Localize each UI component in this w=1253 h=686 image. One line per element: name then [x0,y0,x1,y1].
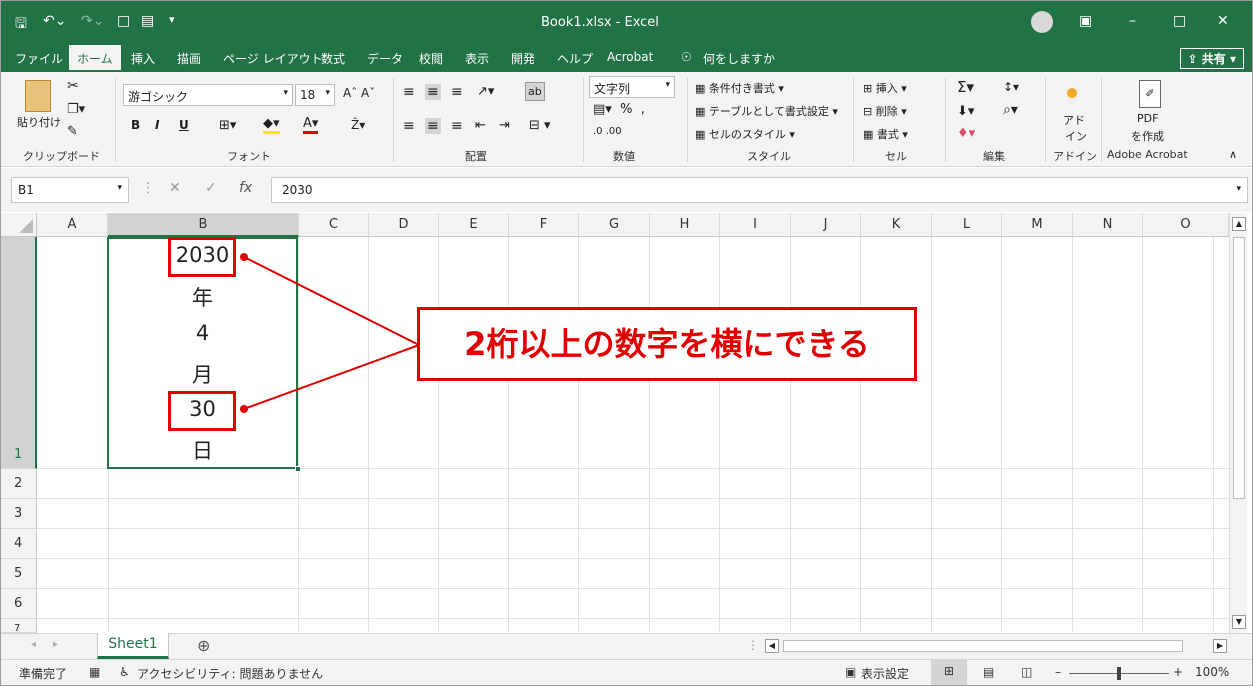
scroll-down-icon[interactable]: ▼ [1232,615,1246,629]
macro-record-icon[interactable]: ▦ [89,665,100,679]
accessibility-status[interactable]: アクセシビリティ: 問題ありません [137,665,323,682]
vertical-scrollbar[interactable]: ▲ ▼ [1229,213,1247,633]
callout-box: 2桁以上の数字を横にできる [417,307,917,381]
page-layout-view-icon[interactable]: ▤ [983,665,994,679]
zoom-level[interactable]: 100% [1195,665,1229,679]
scroll-thumb[interactable] [1233,237,1245,499]
status-ready: 準備完了 [19,667,68,681]
sheet-tabs-bar: ◂ ▸ Sheet1 ⊕ ⋮ ◀ ▶ [1,633,1252,659]
scroll-up-icon[interactable]: ▲ [1232,217,1246,231]
hscroll-thumb[interactable] [783,640,1183,652]
zoom-out-icon[interactable]: – [1055,665,1061,679]
horizontal-scrollbar[interactable]: ◀ ▶ [765,638,1229,654]
page-break-view-icon[interactable]: ◫ [1021,665,1032,679]
tab-split-handle[interactable]: ⋮ [747,638,759,652]
next-sheet-icon[interactable]: ▸ [53,639,58,650]
sheet-tab[interactable]: Sheet1 [97,633,169,659]
zoom-slider[interactable] [1069,667,1169,680]
add-sheet-icon[interactable]: ⊕ [197,636,210,655]
normal-view-icon[interactable]: ⊞ [931,660,967,685]
accessibility-icon[interactable]: ♿ [119,665,130,679]
scroll-left-icon[interactable]: ◀ [765,639,779,653]
display-settings-button[interactable]: 表示設定 [861,665,909,682]
zoom-slider-thumb[interactable] [1117,667,1121,680]
status-bar: 準備完了 ▦ ♿ アクセシビリティ: 問題ありません ▣ 表示設定 ⊞ ▤ ◫ … [1,659,1252,685]
prev-sheet-icon[interactable]: ◂ [31,639,36,650]
excel-window: 🖫 ↶⌄ ↷⌄ □ ▤ ▾ Book1.xlsx - Excel ▣ – □ ✕… [0,0,1253,686]
scroll-right-icon[interactable]: ▶ [1213,639,1227,653]
zoom-in-icon[interactable]: + [1173,665,1183,679]
display-settings-icon[interactable]: ▣ [845,665,856,679]
